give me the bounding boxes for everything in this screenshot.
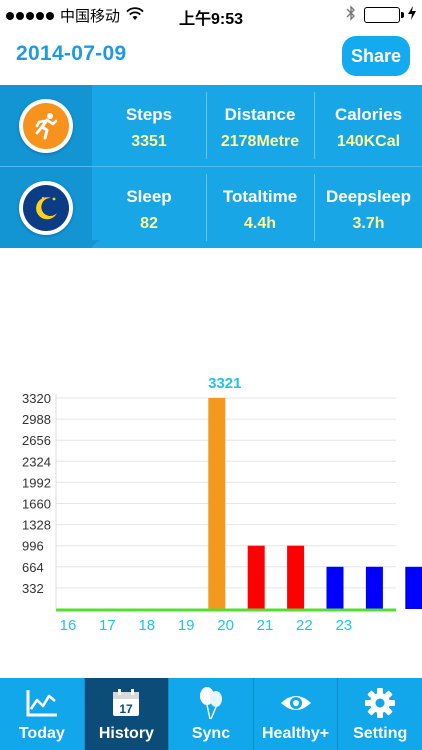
stats-panel: Steps 3351 Distance 2178Metre Calories 1… bbox=[0, 85, 422, 248]
bar bbox=[405, 566, 422, 609]
sleep-label: Sleep bbox=[126, 187, 172, 206]
y-tick-label: 996 bbox=[22, 539, 44, 554]
y-tick-label: 1660 bbox=[22, 497, 51, 512]
x-tick-label: 22 bbox=[296, 617, 313, 634]
calories-stat: Calories 140KCal bbox=[315, 85, 422, 166]
bar-chart: 332 664 996 1328 1660 1992 2324 2656 2988 3320 332… bbox=[22, 375, 422, 634]
selection-pointer bbox=[80, 240, 100, 248]
calories-value: 140KCal bbox=[336, 133, 401, 150]
totaltime-value: 4.4h bbox=[243, 215, 276, 232]
tab-label: Today bbox=[18, 725, 65, 742]
tab-label: Setting bbox=[353, 725, 408, 742]
calendar-day-text: 17 bbox=[120, 702, 134, 716]
y-tick-label: 1328 bbox=[22, 518, 51, 533]
eye-icon bbox=[279, 686, 313, 720]
line-chart-icon bbox=[25, 686, 59, 720]
battery-icon bbox=[364, 7, 404, 23]
deepsleep-label: Deepsleep bbox=[325, 187, 412, 206]
sleep-stat: Sleep 82 bbox=[92, 167, 206, 248]
x-tick-label: 19 bbox=[178, 617, 195, 634]
tab-bar: Today 17 History Sync Healthy+ Setting bbox=[0, 678, 422, 750]
y-tick-label: 2988 bbox=[22, 412, 51, 427]
steps-stat: Steps 3351 bbox=[92, 85, 206, 166]
history-chart: 332 664 996 1328 1660 1992 2324 2656 2988 3320 332… bbox=[0, 250, 422, 675]
x-tick-label: 20 bbox=[217, 617, 234, 634]
sleep-toggle[interactable] bbox=[0, 167, 92, 248]
deepsleep-value: 3.7h bbox=[352, 215, 385, 232]
tab-label: Healthy+ bbox=[262, 725, 330, 742]
bar bbox=[247, 545, 265, 609]
charging-icon bbox=[408, 6, 416, 24]
y-tick-label: 2324 bbox=[22, 454, 51, 469]
activity-toggle[interactable] bbox=[0, 85, 92, 166]
selected-date[interactable]: 2014-07-09 bbox=[16, 42, 126, 66]
bar bbox=[208, 397, 226, 609]
moon-icon bbox=[23, 184, 69, 231]
x-tick-label: 23 bbox=[335, 617, 352, 634]
tab-sync[interactable]: Sync bbox=[169, 678, 254, 750]
bar bbox=[326, 566, 344, 609]
peak-data-label: 3321 bbox=[208, 375, 241, 392]
share-button[interactable]: Share bbox=[342, 36, 410, 76]
gear-icon bbox=[364, 686, 396, 720]
sleep-value: 82 bbox=[140, 215, 158, 232]
x-tick-label: 17 bbox=[99, 617, 116, 634]
steps-value: 3351 bbox=[131, 133, 167, 150]
y-tick-label: 664 bbox=[22, 560, 44, 575]
x-tick-label: 18 bbox=[138, 617, 155, 634]
calendar-icon: 17 bbox=[110, 686, 142, 720]
tab-healthy[interactable]: Healthy+ bbox=[254, 678, 339, 750]
bluetooth-icon bbox=[346, 5, 356, 25]
y-tick-label: 332 bbox=[22, 581, 44, 596]
balloons-icon bbox=[196, 686, 226, 720]
status-right bbox=[346, 5, 416, 25]
x-tick-label: 21 bbox=[257, 617, 274, 634]
totaltime-label: Totaltime bbox=[222, 187, 298, 206]
calories-label: Calories bbox=[334, 105, 403, 124]
bar bbox=[287, 545, 305, 609]
y-tick-label: 1992 bbox=[22, 475, 51, 490]
status-bar: 中国移动 上午9:53 bbox=[0, 0, 422, 28]
y-tick-label: 2656 bbox=[22, 433, 51, 448]
steps-label: Steps bbox=[125, 105, 173, 124]
header: 2014-07-09 Share bbox=[0, 28, 422, 85]
deepsleep-stat: Deepsleep 3.7h bbox=[315, 167, 422, 248]
running-icon bbox=[23, 102, 69, 149]
tab-label: History bbox=[98, 725, 154, 742]
tab-setting[interactable]: Setting bbox=[338, 678, 422, 750]
distance-label: Distance bbox=[224, 105, 296, 124]
totaltime-stat: Totaltime 4.4h bbox=[207, 167, 313, 248]
bar bbox=[365, 566, 383, 609]
x-tick-label: 16 bbox=[60, 617, 77, 634]
y-tick-label: 3320 bbox=[22, 391, 51, 406]
tab-history[interactable]: 17 History bbox=[84, 678, 170, 750]
tab-label: Sync bbox=[191, 725, 231, 742]
distance-stat: Distance 2178Metre bbox=[207, 85, 313, 166]
distance-value: 2178Metre bbox=[220, 133, 300, 150]
tab-today[interactable]: Today bbox=[0, 678, 85, 750]
